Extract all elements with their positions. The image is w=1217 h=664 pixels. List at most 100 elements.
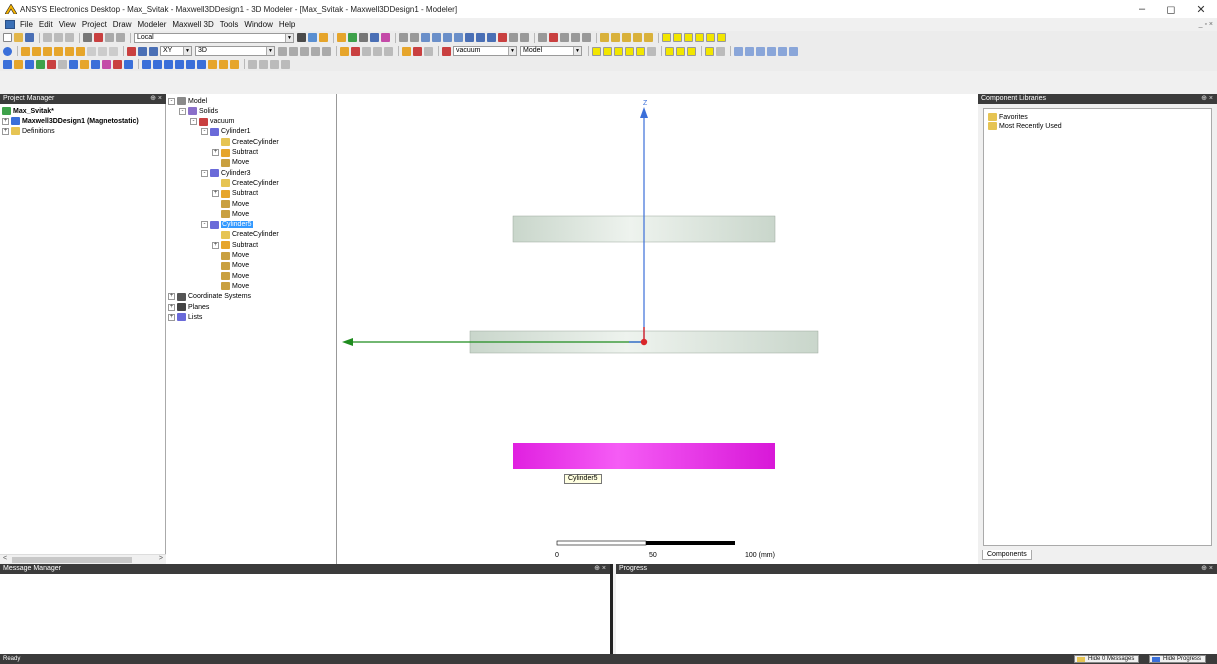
fit-all-icon[interactable] <box>487 33 496 42</box>
boolean-icon[interactable] <box>311 46 320 56</box>
boundary-icon[interactable] <box>351 46 360 56</box>
snap-icon[interactable] <box>308 33 317 42</box>
material-icon[interactable] <box>424 46 433 56</box>
layout-icon[interactable] <box>676 46 685 56</box>
menu-draw[interactable]: Draw <box>110 20 135 29</box>
expand-icon[interactable]: + <box>168 303 175 311</box>
menu-file[interactable]: File <box>17 20 36 29</box>
new-icon[interactable] <box>3 33 12 42</box>
mdi-window-controls[interactable]: _ ▫ × <box>1199 18 1213 31</box>
results-icon[interactable] <box>370 33 379 42</box>
select-icon[interactable] <box>636 46 645 56</box>
window-icon[interactable] <box>705 46 714 56</box>
boolean-icon[interactable] <box>322 46 331 56</box>
expand-icon[interactable]: + <box>212 241 219 249</box>
expand-icon[interactable]: + <box>168 313 175 321</box>
shape-icon[interactable] <box>644 33 653 42</box>
measure-icon[interactable] <box>789 46 798 56</box>
collapse-icon[interactable]: - <box>190 118 197 126</box>
cylinder-icon[interactable] <box>32 46 41 56</box>
hide-messages-button[interactable]: Hide 0 Messages <box>1074 655 1140 663</box>
helix-icon[interactable] <box>76 46 85 56</box>
material-select[interactable]: vacuum ▼ <box>453 46 517 56</box>
render-icon[interactable] <box>164 59 173 69</box>
dropdown-arrow-icon[interactable]: ▼ <box>183 47 191 55</box>
draw-icon[interactable] <box>98 46 107 56</box>
torus-icon[interactable] <box>65 46 74 56</box>
render-icon[interactable] <box>186 59 195 69</box>
analysis-icon[interactable] <box>113 59 122 69</box>
circle-icon[interactable] <box>684 33 693 42</box>
analysis-icon[interactable] <box>91 59 100 69</box>
select-icon[interactable] <box>614 46 623 56</box>
display-icon[interactable] <box>582 33 591 42</box>
pan-icon[interactable] <box>410 33 419 42</box>
model-tree-item[interactable]: CreateCylinder <box>212 178 279 188</box>
model-tree-item[interactable]: Move <box>212 209 249 219</box>
view-icon[interactable] <box>454 33 463 42</box>
scroll-right-icon[interactable]: > <box>159 555 163 562</box>
analysis-icon[interactable] <box>47 59 56 69</box>
model-tree-item[interactable]: CreateCylinder <box>212 137 279 147</box>
model-tree-item[interactable]: - Cylinder1 <box>201 127 251 137</box>
window-icon[interactable] <box>716 46 725 56</box>
paste-icon[interactable] <box>65 33 74 42</box>
menu-tools[interactable]: Tools <box>217 20 242 29</box>
render-icon[interactable] <box>197 59 206 69</box>
menu-edit[interactable]: Edit <box>36 20 56 29</box>
dropdown-arrow-icon[interactable]: ▼ <box>266 47 274 55</box>
expand-icon[interactable]: + <box>2 127 9 135</box>
model-tree-item[interactable]: - Model <box>168 96 207 106</box>
menu-window[interactable]: Window <box>241 20 275 29</box>
design-node[interactable]: + Maxwell3DDesign1 (Magnetostatic) <box>2 116 139 126</box>
scrollbar-thumb[interactable] <box>12 557 132 563</box>
circle-icon[interactable] <box>673 33 682 42</box>
view-icon[interactable] <box>432 33 441 42</box>
expand-icon[interactable]: + <box>212 190 219 198</box>
coordinate-system-icon[interactable] <box>127 46 136 56</box>
cut-icon[interactable] <box>43 33 52 42</box>
dropdown-arrow-icon[interactable]: ▼ <box>285 33 293 42</box>
point-icon[interactable] <box>319 33 328 42</box>
open-icon[interactable] <box>14 33 23 42</box>
validate-icon[interactable] <box>348 33 357 42</box>
plane-icon[interactable] <box>149 46 158 56</box>
draw-icon[interactable] <box>109 46 118 56</box>
expand-icon[interactable]: + <box>168 293 175 301</box>
collapse-icon[interactable]: - <box>201 169 208 177</box>
menu-maxwell-3d[interactable]: Maxwell 3D <box>169 20 216 29</box>
model-tree-item[interactable]: + Coordinate Systems <box>168 292 251 302</box>
model-tree-item[interactable]: + Planes <box>168 302 209 312</box>
model-tree-item[interactable]: - Solids <box>179 106 218 116</box>
shape-icon[interactable] <box>611 33 620 42</box>
display-icon[interactable] <box>549 33 558 42</box>
model-tree-item[interactable]: - Cylinder3 <box>201 168 251 178</box>
circle-icon[interactable] <box>695 33 704 42</box>
model-tree-item[interactable]: + Subtract <box>212 240 258 250</box>
definitions-node[interactable]: + Definitions <box>2 126 55 136</box>
draw-icon[interactable] <box>87 46 96 56</box>
print-icon[interactable] <box>83 33 92 42</box>
select-icon[interactable] <box>647 46 656 56</box>
solve-icon[interactable] <box>337 33 346 42</box>
measure-icon[interactable] <box>778 46 787 56</box>
collapse-icon[interactable]: - <box>168 97 175 105</box>
rotate-icon[interactable] <box>399 33 408 42</box>
pin-close-icon[interactable]: ⊕ × <box>594 564 606 574</box>
line-icon[interactable] <box>706 33 715 42</box>
close-button[interactable]: ✕ <box>1186 0 1216 18</box>
excitation-icon[interactable] <box>340 46 349 56</box>
select-icon[interactable] <box>603 46 612 56</box>
view-icon[interactable] <box>443 33 452 42</box>
fields-icon[interactable] <box>381 33 390 42</box>
render-icon[interactable] <box>142 59 151 69</box>
material-icon[interactable] <box>413 46 422 56</box>
pin-close-icon[interactable]: ⊕ × <box>1201 94 1213 104</box>
boolean-icon[interactable] <box>300 46 309 56</box>
material-icon[interactable] <box>402 46 411 56</box>
collapse-icon[interactable]: - <box>179 107 186 115</box>
project-node[interactable]: Max_Svitak* <box>2 106 54 116</box>
render-icon[interactable] <box>153 59 162 69</box>
boolean-icon[interactable] <box>278 46 287 56</box>
render-icon[interactable] <box>230 59 239 69</box>
